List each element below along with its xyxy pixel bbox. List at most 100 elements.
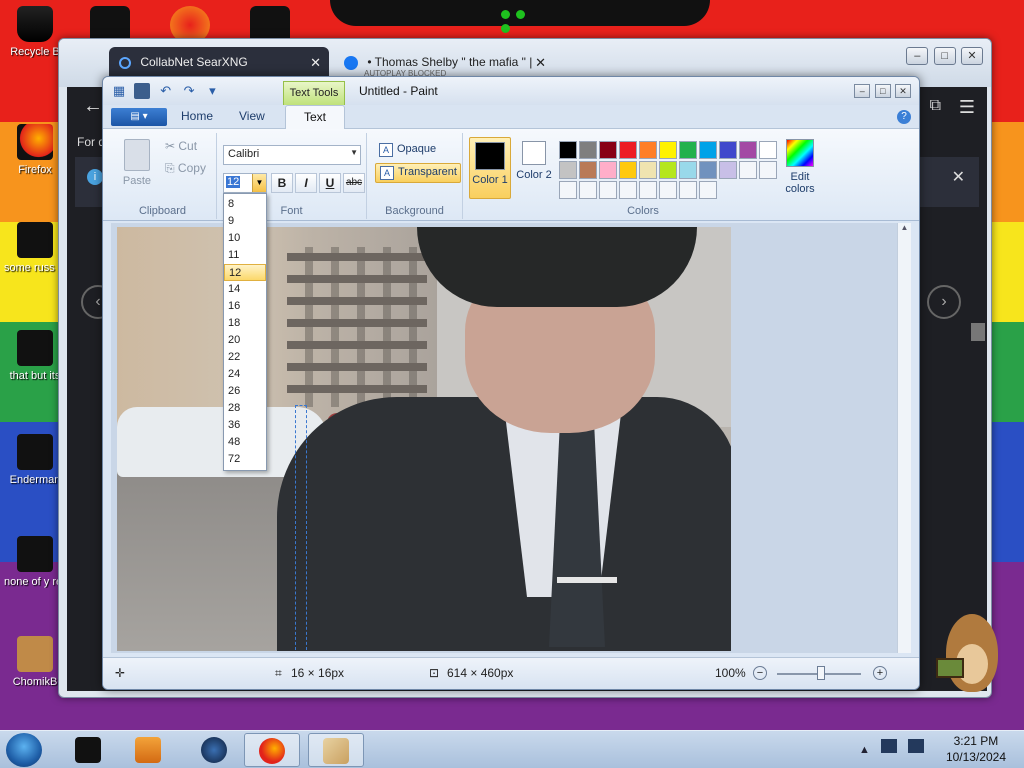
close-button[interactable]: ✕	[961, 47, 983, 65]
font-size-option[interactable]: 72	[224, 451, 266, 468]
palette-swatch[interactable]	[559, 161, 577, 179]
maximize-button[interactable]: □	[874, 84, 891, 98]
font-size-option[interactable]: 26	[224, 383, 266, 400]
taskbar-item-terminal[interactable]	[60, 733, 116, 767]
extensions-icon[interactable]: ⧉	[930, 97, 941, 115]
network-icon[interactable]	[880, 739, 897, 753]
palette-swatch[interactable]	[599, 161, 617, 179]
desktop-icon-shortcut-2[interactable]: that but its	[4, 330, 66, 382]
taskbar-item-globe[interactable]	[186, 733, 242, 767]
taskbar-item-firefox[interactable]	[244, 733, 300, 767]
desktop-icon-enderman[interactable]: Enderman	[4, 434, 66, 486]
font-size-option[interactable]: 28	[224, 400, 266, 417]
palette-swatch-empty[interactable]	[699, 181, 717, 199]
palette-swatch[interactable]	[619, 161, 637, 179]
paint-app-icon[interactable]: ▦	[111, 83, 127, 99]
scroll-up-icon[interactable]: ▲	[898, 223, 911, 237]
palette-swatch[interactable]	[759, 141, 777, 159]
tab-close-button[interactable]: ✕	[310, 55, 321, 71]
clock[interactable]: 3:21 PM 10/13/2024	[946, 733, 1006, 765]
palette-swatch-empty[interactable]	[619, 181, 637, 199]
desktop-icon-shortcut-3[interactable]: none of y retards kn	[4, 536, 66, 588]
minimize-button[interactable]: –	[906, 47, 929, 65]
palette-swatch[interactable]	[639, 141, 657, 159]
palette-swatch-empty[interactable]	[579, 181, 597, 199]
palette-swatch-empty[interactable]	[639, 181, 657, 199]
volume-icon[interactable]	[908, 739, 924, 753]
transparent-button[interactable]: A Transparent	[375, 163, 461, 183]
help-icon[interactable]: ?	[897, 110, 911, 124]
copy-button[interactable]: ⎘ Copy	[165, 161, 206, 183]
next-button[interactable]: ›	[927, 285, 961, 319]
font-size-select[interactable]: 12 ▼	[223, 173, 267, 193]
info-close-icon[interactable]: ✕	[952, 167, 965, 187]
palette-swatch[interactable]	[619, 141, 637, 159]
font-size-option[interactable]: 14	[224, 281, 266, 298]
font-size-option[interactable]: 24	[224, 366, 266, 383]
palette-swatch[interactable]	[659, 161, 677, 179]
edit-colors-button[interactable]: Edit colors	[781, 139, 819, 195]
customize-dropdown-icon[interactable]: ▾	[204, 83, 220, 99]
palette-swatch[interactable]	[699, 141, 717, 159]
palette-swatch[interactable]	[579, 141, 597, 159]
palette-swatch[interactable]	[679, 161, 697, 179]
bold-button[interactable]: B	[271, 173, 293, 193]
font-size-option[interactable]: 8	[224, 196, 266, 213]
underline-button[interactable]: U	[319, 173, 341, 193]
tab-view[interactable]: View	[239, 109, 265, 123]
palette-swatch[interactable]	[579, 161, 597, 179]
desktop-icon-shortcut-1[interactable]: some russ ran a ra	[4, 222, 66, 274]
maximize-button[interactable]: □	[933, 47, 956, 65]
palette-swatch[interactable]	[599, 141, 617, 159]
desktop-icon-chomik[interactable]: ChomikB	[4, 636, 66, 688]
strikethrough-button[interactable]: abc	[343, 173, 365, 193]
tab-home[interactable]: Home	[181, 109, 213, 123]
font-size-option[interactable]: 48	[224, 434, 266, 451]
palette-swatch-empty[interactable]	[599, 181, 617, 199]
palette-swatch[interactable]	[739, 141, 757, 159]
browser-tab-facebook[interactable]: • Thomas Shelby " the mafia " | AUTOPLAY…	[334, 47, 554, 79]
color-1-button[interactable]: Color 1	[469, 137, 511, 199]
palette-swatch[interactable]	[659, 141, 677, 159]
desktop-icon-recycle-bin[interactable]: Recycle B	[4, 6, 66, 58]
palette-swatch[interactable]	[679, 141, 697, 159]
browser-tab-searxng[interactable]: CollabNet SearXNG ✕	[109, 47, 329, 79]
italic-button[interactable]: I	[295, 173, 317, 193]
palette-swatch[interactable]	[719, 141, 737, 159]
opaque-button[interactable]: A Opaque	[375, 141, 461, 161]
tray-expand-icon[interactable]: ▲	[859, 744, 870, 756]
palette-swatch[interactable]	[559, 141, 577, 159]
palette-swatch-empty[interactable]	[659, 181, 677, 199]
palette-swatch[interactable]	[719, 161, 737, 179]
redo-icon[interactable]: ↷	[181, 83, 197, 99]
palette-swatch[interactable]	[699, 161, 717, 179]
palette-swatch[interactable]	[639, 161, 657, 179]
font-size-option[interactable]: 9	[224, 213, 266, 230]
start-button[interactable]	[6, 733, 42, 767]
palette-swatch-empty[interactable]	[679, 181, 697, 199]
font-size-option[interactable]: 11	[224, 247, 266, 264]
tab-close-button[interactable]: ✕	[535, 55, 546, 71]
font-size-option[interactable]: 10	[224, 230, 266, 247]
font-size-option[interactable]: 22	[224, 349, 266, 366]
menu-icon[interactable]: ☰	[959, 97, 975, 118]
zoom-slider-thumb[interactable]	[817, 666, 825, 680]
minimize-button[interactable]: –	[854, 84, 871, 98]
font-size-option[interactable]: 16	[224, 298, 266, 315]
canvas-image[interactable]	[117, 227, 731, 651]
text-selection-box[interactable]	[295, 405, 307, 651]
zoom-in-button[interactable]: +	[873, 666, 887, 680]
close-button[interactable]: ✕	[895, 84, 911, 98]
font-family-select[interactable]: Calibri ▼	[223, 145, 361, 165]
font-size-option[interactable]: 20	[224, 332, 266, 349]
undo-icon[interactable]: ↶	[158, 83, 174, 99]
paste-button[interactable]: Paste	[117, 139, 157, 187]
font-size-option[interactable]: 36	[224, 417, 266, 434]
file-menu-button[interactable]: ▤ ▾	[111, 108, 167, 126]
palette-swatch-empty[interactable]	[739, 161, 757, 179]
browser-scrollbar[interactable]	[971, 323, 985, 341]
taskbar-item-media[interactable]	[120, 733, 176, 767]
hamster-mascot[interactable]	[936, 604, 1006, 704]
font-size-option[interactable]: 12	[224, 264, 266, 281]
desktop-icon-firefox[interactable]: Firefox	[4, 124, 66, 176]
